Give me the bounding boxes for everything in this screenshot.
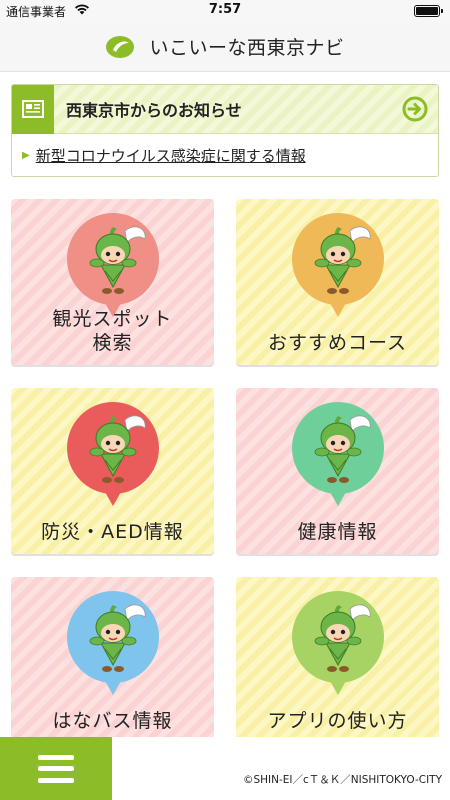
arrow-right-circle-icon[interactable] <box>402 96 428 122</box>
leaf-logo-icon <box>106 35 135 58</box>
news-header-bar[interactable]: 西東京市からのお知らせ <box>12 85 438 134</box>
hamburger-icon <box>38 754 74 783</box>
news-item[interactable]: ▶ 新型コロナウイルス感染症に関する情報 <box>12 134 438 176</box>
triangle-bullet-icon: ▶ <box>22 150 30 161</box>
mascot-icon <box>89 604 145 672</box>
tile-label: 健康情報 <box>297 521 378 543</box>
news-panel: 西東京市からのお知らせ ▶ 新型コロナウイルス感染症に関する情報 <box>11 84 439 177</box>
news-heading: 西東京市からのお知らせ <box>66 101 242 120</box>
mascot-bubble <box>291 402 384 506</box>
battery-icon <box>414 5 443 17</box>
tile-label: 防災・AED情報 <box>41 521 184 543</box>
tile-label: 観光スポット 検索 <box>52 308 173 354</box>
tile-how-to-use[interactable]: アプリの使い方 <box>236 577 439 743</box>
tile-sightseeing-search[interactable]: 観光スポット 検索 <box>11 199 214 365</box>
mascot-icon <box>314 415 370 483</box>
copyright-text: ©SHIN-EI／cＴ＆Ｋ／NISHITOKYO-CITY <box>242 774 442 786</box>
menu-button[interactable] <box>0 737 112 800</box>
news-item-link[interactable]: 新型コロナウイルス感染症に関する情報 <box>36 145 306 166</box>
mascot-icon <box>314 226 370 294</box>
mascot-bubble <box>291 213 384 317</box>
tile-hana-bus[interactable]: はなバス情報 <box>11 577 214 743</box>
tile-disaster-aed[interactable]: 防災・AED情報 <box>11 388 214 554</box>
newspaper-icon <box>22 100 44 118</box>
news-icon-box <box>12 85 54 134</box>
mascot-icon <box>89 226 145 294</box>
footer-area <box>112 737 450 800</box>
mascot-bubble <box>66 213 159 317</box>
mascot-icon <box>314 604 370 672</box>
mascot-icon <box>89 415 145 483</box>
mascot-bubble <box>66 402 159 506</box>
status-bar: 通信事業者 7:57 <box>0 0 450 22</box>
tile-health[interactable]: 健康情報 <box>236 388 439 554</box>
tile-recommended-course[interactable]: おすすめコース <box>236 199 439 365</box>
mascot-bubble <box>66 591 159 695</box>
tile-label: おすすめコース <box>267 332 408 354</box>
tile-label: アプリの使い方 <box>267 710 408 732</box>
clock: 7:57 <box>208 2 242 17</box>
app-title: いこいーな西東京ナビ <box>149 37 345 59</box>
mascot-bubble <box>291 591 384 695</box>
tile-label: はなバス情報 <box>52 710 173 732</box>
app-header: いこいーな西東京ナビ <box>0 22 450 72</box>
